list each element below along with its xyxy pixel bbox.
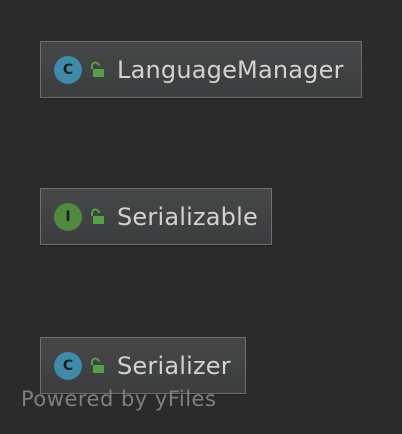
unlocked-padlock-icon	[91, 357, 104, 373]
node-language-manager[interactable]: C LanguageManager	[40, 41, 362, 98]
node-label: Serializable	[117, 202, 258, 231]
class-icon: C	[54, 351, 82, 380]
unlocked-padlock-icon	[91, 208, 104, 224]
node-label: Serializer	[117, 351, 231, 380]
node-label: LanguageManager	[117, 55, 344, 84]
class-icon: C	[54, 55, 82, 84]
unlocked-padlock-icon	[91, 61, 104, 77]
node-serializable[interactable]: I Serializable	[40, 188, 272, 245]
yfiles-watermark: Powered by yFiles	[21, 387, 217, 411]
node-serializer[interactable]: C Serializer	[40, 337, 246, 394]
interface-icon: I	[54, 202, 82, 231]
